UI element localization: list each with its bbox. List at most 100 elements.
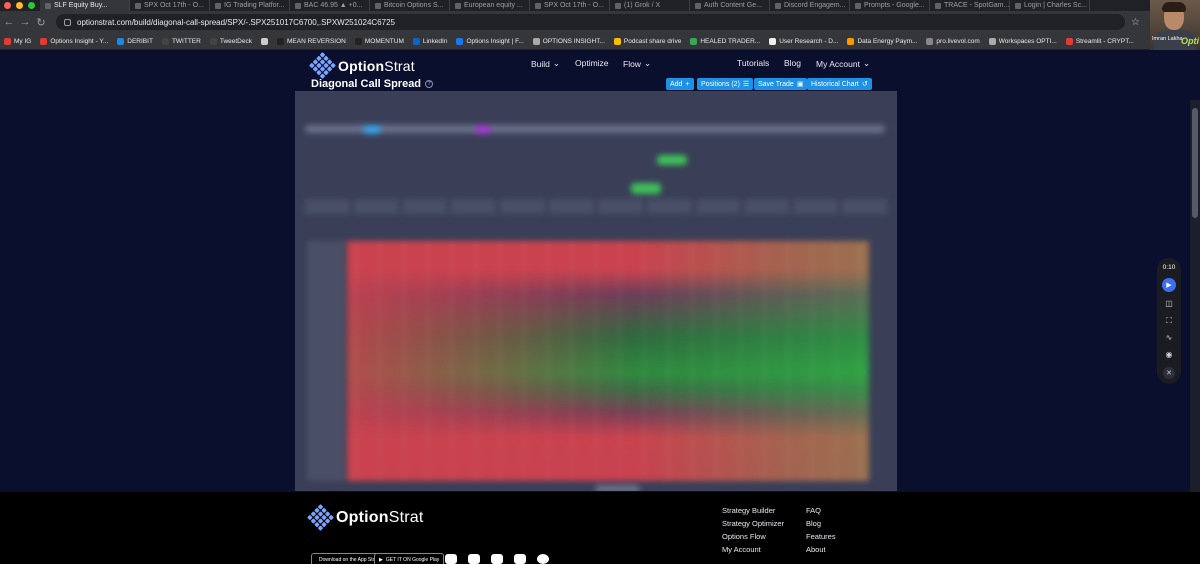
footer-link[interactable]: Strategy Builder (722, 506, 784, 515)
footer-link[interactable]: About (806, 545, 836, 554)
footer-link[interactable]: Features (806, 532, 836, 541)
camera-toggle-icon[interactable]: ◫ (1165, 299, 1173, 309)
help-icon[interactable]: ? (425, 80, 434, 88)
tab-favicon-icon (935, 2, 941, 9)
nav-blog-label: Blog (784, 58, 802, 68)
heatmap-column-divider (763, 241, 765, 481)
bookmark-favicon-icon (40, 37, 48, 45)
bookmark-item[interactable]: Options Insight | F... (456, 37, 524, 45)
record-settings-icon[interactable]: ◉ (1166, 350, 1173, 360)
footer-link[interactable]: Blog (806, 519, 836, 528)
bookmark-item[interactable]: DERIBIT (117, 37, 153, 45)
forward-icon[interactable]: → (18, 16, 32, 28)
browser-tab[interactable]: Discord Engagem... (770, 0, 850, 11)
bookmark-item[interactable]: TweetDeck (209, 37, 252, 45)
browser-tab[interactable]: BAC 46.95 ▲ +0... (290, 0, 370, 11)
browser-tab[interactable]: European equity ... (450, 0, 530, 11)
bookmark-favicon-icon (161, 37, 169, 45)
bookmark-item[interactable]: HEALED TRADER... (690, 37, 760, 45)
bookmark-item[interactable]: TWITTER (161, 37, 201, 45)
tab-list: SLF Equity Buy... SPX Oct 17th - O... IG T… (40, 0, 1090, 11)
back-icon[interactable]: ← (2, 16, 16, 28)
bookmark-star-icon[interactable]: ☆ (1131, 17, 1140, 28)
footer-link[interactable]: FAQ (806, 506, 836, 515)
google-play-badge[interactable]: ▶ GET IT ON Google Play (374, 553, 445, 564)
app-store-label: Download on the App Store (319, 556, 380, 563)
bookmark-item[interactable]: Options Insight - Y... (40, 37, 108, 45)
browser-tab[interactable]: SPX Oct 17th - O... (130, 0, 210, 11)
heatmap-column-divider (355, 241, 357, 481)
bookmark-favicon-icon (209, 37, 217, 45)
url-field[interactable]: optionstrat.com/build/diagonal-call-spre… (56, 14, 1126, 30)
save-trade-button[interactable]: Save Trade ▣ (754, 78, 808, 90)
heatmap-column-divider (643, 241, 645, 481)
nav-optimize[interactable]: Optimize (575, 58, 609, 68)
bookmark-item[interactable]: OPTIONS INSIGHT... (532, 37, 605, 45)
maximize-window-button[interactable] (28, 2, 35, 9)
bookmark-item[interactable]: User Research - D... (769, 37, 838, 45)
footer-link[interactable]: My Account (722, 545, 784, 554)
axis-cell (695, 199, 741, 214)
bookmark-item[interactable]: MEAN REVERSION (276, 37, 346, 45)
browser-tab[interactable]: Auth Content Ge... (690, 0, 770, 11)
bookmark-item[interactable]: pro.livevol.com (926, 37, 980, 45)
heatmap-column-divider (619, 241, 621, 481)
bookmark-item[interactable] (260, 37, 268, 45)
page-scrollbar[interactable] (1190, 100, 1200, 542)
browser-tab[interactable]: TRACE - SpotGam... (930, 0, 1010, 11)
nav-tutorials[interactable]: Tutorials (737, 58, 769, 68)
bookmark-item[interactable]: My IG (4, 37, 32, 45)
historical-label: Historical Chart (811, 80, 859, 88)
plus-icon: + (685, 80, 690, 88)
historical-chart-button[interactable]: Historical Chart ↺ (807, 78, 872, 90)
footer-link[interactable]: Options Flow (722, 532, 784, 541)
bookmark-item[interactable]: Workspaces OPTI... (988, 37, 1057, 45)
tab-label: SPX Oct 17th - O... (144, 2, 204, 9)
close-window-button[interactable] (4, 2, 11, 9)
nav-flow[interactable]: Flow ⌄ (623, 58, 651, 69)
bookmark-item[interactable]: Podcast share drive (613, 37, 681, 45)
youtube-icon[interactable] (468, 554, 480, 564)
crop-icon[interactable]: ⛶ (1166, 316, 1172, 326)
nav-account-label: My Account (816, 58, 860, 69)
x-twitter-icon[interactable] (491, 554, 503, 564)
browser-tab[interactable]: Prompts - Google... (850, 0, 930, 11)
site-info-icon[interactable] (64, 18, 71, 26)
browser-tab[interactable]: Bitcoin Options S... (370, 0, 450, 11)
bookmark-favicon-icon (260, 37, 268, 45)
browser-tab[interactable]: SPX Oct 17th - O... (530, 0, 610, 11)
minimize-window-button[interactable] (16, 2, 23, 9)
nav-my-account[interactable]: My Account ⌄ (816, 58, 870, 69)
play-icon[interactable]: ▶ (1162, 278, 1176, 292)
bookmark-item[interactable]: MOMENTUM (354, 37, 404, 45)
reload-icon[interactable]: ↻ (34, 16, 48, 29)
close-icon[interactable]: ✕ (1163, 367, 1175, 379)
discord-icon[interactable] (445, 554, 457, 564)
tab-favicon-icon (855, 2, 861, 9)
bookmark-item[interactable]: LinkedIn (412, 37, 447, 45)
audio-wave-icon[interactable]: ∿ (1166, 333, 1173, 343)
nav-blog[interactable]: Blog (784, 58, 801, 68)
browser-tab[interactable]: (1) Grok / X (610, 0, 690, 11)
bookmark-item[interactable]: Streamlit - CRYPT... (1065, 37, 1134, 45)
add-button[interactable]: Add + (666, 78, 694, 90)
positions-button[interactable]: Positions (2) ☰ (697, 78, 754, 90)
browser-tab[interactable]: IG Trading Platfor... (210, 0, 290, 11)
browser-tab[interactable]: SLF Equity Buy... (40, 0, 130, 11)
bookmark-label: My IG (14, 37, 32, 45)
bookmarks-bar: My IG Options Insight - Y... DERIBIT TWITTE… (0, 33, 1200, 50)
heatmap-column-divider (547, 241, 549, 481)
bookmark-favicon-icon (847, 37, 855, 45)
browser-tab[interactable]: Login | Charles Sc... (1010, 0, 1090, 11)
optionstrat-logo-icon (309, 52, 336, 79)
bookmark-item[interactable]: Data Energy Paym... (847, 37, 918, 45)
site-logo[interactable]: OptionStrat (309, 52, 415, 79)
footer-logo[interactable]: OptionStrat (307, 504, 424, 531)
facebook-icon[interactable] (537, 554, 549, 564)
instagram-icon[interactable] (514, 554, 526, 564)
bookmark-label: Data Energy Paym... (857, 37, 918, 45)
footer-link[interactable]: Strategy Optimizer (722, 519, 784, 528)
bookmark-favicon-icon (276, 37, 284, 45)
scrollbar-thumb[interactable] (1192, 108, 1198, 218)
nav-build[interactable]: Build ⌄ (531, 58, 560, 69)
